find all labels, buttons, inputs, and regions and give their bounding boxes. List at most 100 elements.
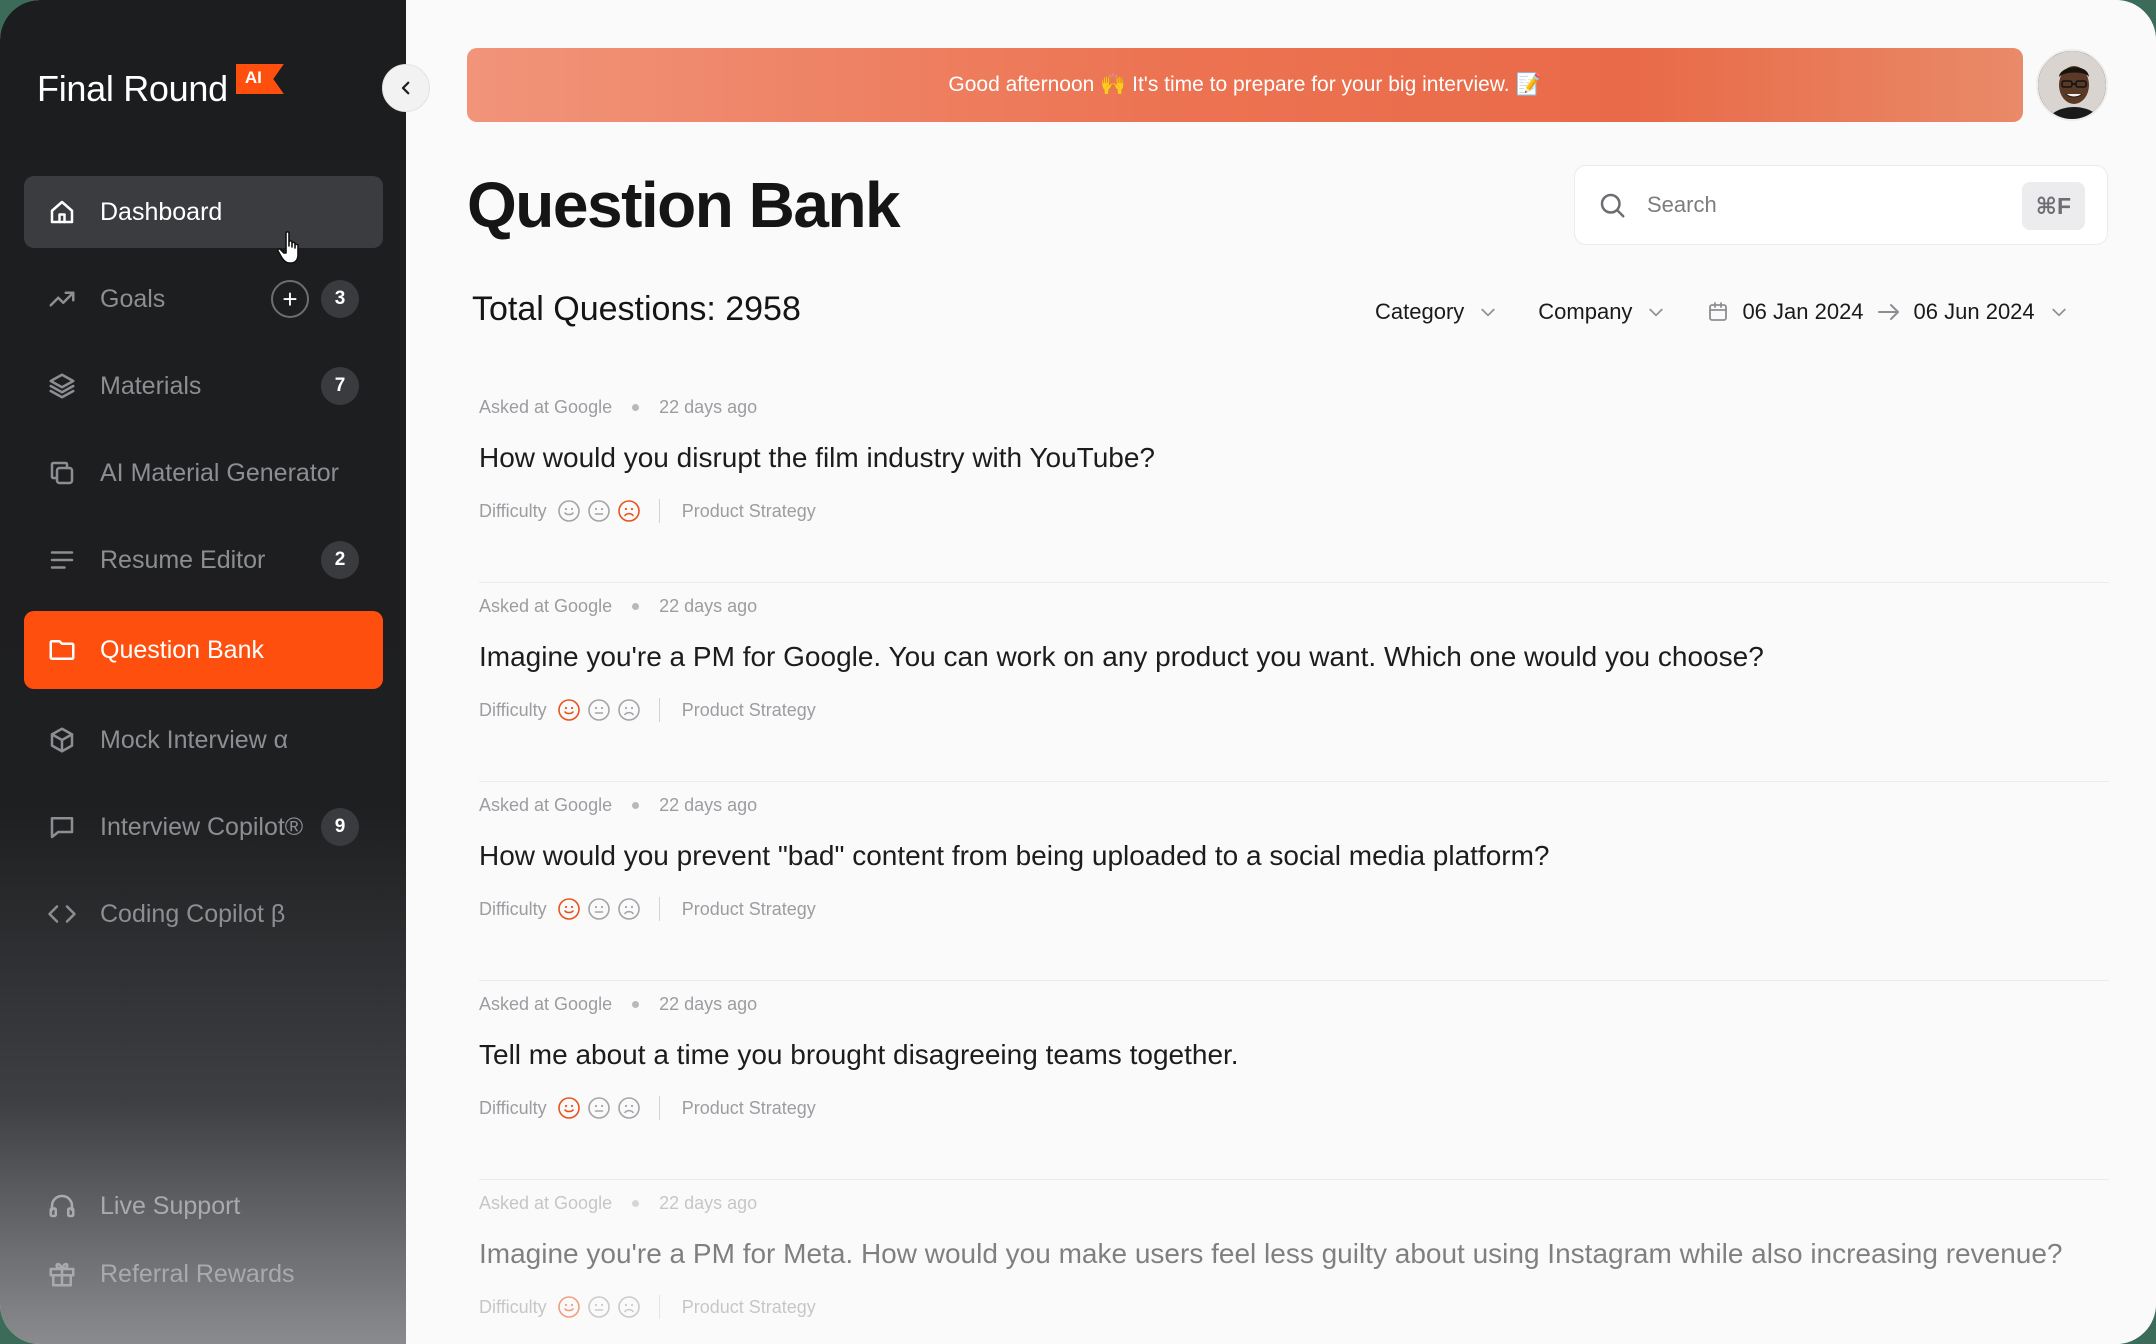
user-avatar[interactable] [2036,49,2108,121]
hard-face-icon [617,898,640,920]
sidebar-item-referral-rewards[interactable]: Referral Rewards [24,1246,383,1302]
sidebar-item-mock-interview[interactable]: Mock Interview α [24,704,383,776]
date-from: 06 Jan 2024 [1742,299,1864,324]
sidebar-bottom-nav: Live Support Referral Rewards [24,1178,383,1314]
difficulty-label: Difficulty [479,699,547,720]
date-range-picker[interactable]: 06 Jan 2024 06 Jun 2024 [1706,299,2068,325]
search-shortcut-key: ⌘F [2021,182,2085,230]
difficulty-rating [557,1096,647,1120]
app-window: Final Round AI Dashboard Goals +3 Materials… [0,0,2156,1344]
date-to: 06 Jun 2024 [1913,299,2035,324]
meta-separator-dot [632,1000,640,1008]
count-badge: 7 [321,367,359,405]
question-item[interactable]: Asked at Google 22 days ago Imagine you're… [479,583,2109,782]
sidebar-item-label: Coding Copilot β [100,899,286,928]
greeting-banner: Good afternoon 🙌 It's time to prepare fo… [467,48,2023,122]
sidebar: Final Round AI Dashboard Goals +3 Materials… [0,0,406,1344]
question-text[interactable]: Imagine you're a PM for Meta. How would … [479,1238,2109,1278]
footer-divider [658,1096,660,1120]
question-footer: Difficulty Product Strategy [479,695,2109,725]
sidebar-item-ai-material-generator[interactable]: AI Material Generator [24,437,383,509]
meta-separator-dot [632,403,640,411]
question-meta: Asked at Google 22 days ago [479,989,2109,1019]
difficulty-label: Difficulty [479,500,547,521]
brand-logo[interactable]: Final Round AI [37,64,284,110]
question-time: 22 days ago [659,993,758,1014]
category-tag: Product Strategy [681,898,816,919]
add-goal-button[interactable]: + [271,280,309,318]
meta-separator-dot [632,801,640,809]
company-filter-label: Company [1538,299,1633,324]
sidebar-item-label: Interview Copilot® [100,812,304,841]
total-questions-label: Total Questions: 2958 [472,290,801,328]
sidebar-item-materials[interactable]: Materials 7 [24,350,383,422]
code-icon [46,898,78,930]
sidebar-item-label: Materials [100,371,202,400]
hard-face-icon [617,1097,640,1119]
difficulty-label: Difficulty [479,1296,547,1317]
sidebar-item-label: Live Support [100,1191,241,1220]
headphones-icon [46,1190,78,1222]
question-text[interactable]: How would you disrupt the film industry … [479,442,2109,482]
difficulty-rating [557,897,647,921]
footer-divider [658,499,660,523]
question-meta: Asked at Google 22 days ago [479,591,2109,621]
chevron-down-icon [2051,308,2066,317]
category-tag: Product Strategy [681,699,816,720]
question-text[interactable]: How would you prevent "bad" content from… [479,840,2109,880]
count-badge: 2 [321,541,359,579]
question-list: Asked at Google 22 days ago How would you … [479,384,2109,1344]
question-time: 22 days ago [659,794,758,815]
footer-divider [658,1295,660,1319]
sidebar-item-label: Goals [100,284,166,313]
question-text[interactable]: Tell me about a time you brought disagre… [479,1039,2109,1079]
question-item[interactable]: Asked at Google 22 days ago Imagine you're… [479,1180,2109,1344]
hand-cursor-icon [276,231,299,264]
sidebar-item-dashboard[interactable]: Dashboard [24,176,383,248]
copy-icon [46,457,78,489]
easy-face-icon [557,500,580,522]
medium-face-icon [587,500,610,522]
lines-icon [46,544,78,576]
sidebar-item-question-bank[interactable]: Question Bank [24,611,383,689]
page-title: Question Bank [467,169,901,241]
asked-at-company: Asked at Google [479,1192,613,1213]
sidebar-item-goals[interactable]: Goals +3 [24,263,383,335]
brand-name: Final Round [37,68,228,109]
company-filter[interactable]: Company [1538,299,1666,325]
question-item[interactable]: Asked at Google 22 days ago How would you … [479,384,2109,583]
asked-at-company: Asked at Google [479,595,613,616]
search-input[interactable] [1647,192,2007,218]
trend-icon [46,283,78,315]
medium-face-icon [587,1097,610,1119]
question-time: 22 days ago [659,396,758,417]
question-item[interactable]: Asked at Google 22 days ago Tell me about … [479,981,2109,1180]
collapse-sidebar-button[interactable] [382,64,430,112]
easy-face-icon [557,898,580,920]
question-item[interactable]: Asked at Google 22 days ago How would you … [479,782,2109,981]
sidebar-item-live-support[interactable]: Live Support [24,1178,383,1234]
question-text[interactable]: Imagine you're a PM for Google. You can … [479,641,2109,681]
hard-face-icon [617,1296,640,1318]
search-icon [1600,193,1625,218]
sidebar-item-label: AI Material Generator [100,458,339,487]
search-box[interactable]: ⌘F [1574,165,2108,245]
question-footer: Difficulty Product Strategy [479,1093,2109,1123]
category-tag: Product Strategy [681,1097,816,1118]
sidebar-item-interview-copilot[interactable]: Interview Copilot® 9 [24,791,383,863]
sidebar-item-resume-editor[interactable]: Resume Editor 2 [24,524,383,596]
question-time: 22 days ago [659,1192,758,1213]
easy-face-icon [557,699,580,721]
sidebar-item-label: Referral Rewards [100,1259,295,1288]
question-meta: Asked at Google 22 days ago [479,1188,2109,1218]
meta-separator-dot [632,602,640,610]
asked-at-company: Asked at Google [479,794,613,815]
gift-icon [46,1258,78,1290]
difficulty-rating [557,698,647,722]
sidebar-item-coding-copilot[interactable]: Coding Copilot β [24,878,383,950]
calendar-icon [1709,302,1728,321]
greeting-text: Good afternoon 🙌 It's time to prepare fo… [948,73,1542,96]
difficulty-rating [557,499,647,523]
category-filter[interactable]: Category [1375,299,1498,325]
home-icon [46,196,78,228]
